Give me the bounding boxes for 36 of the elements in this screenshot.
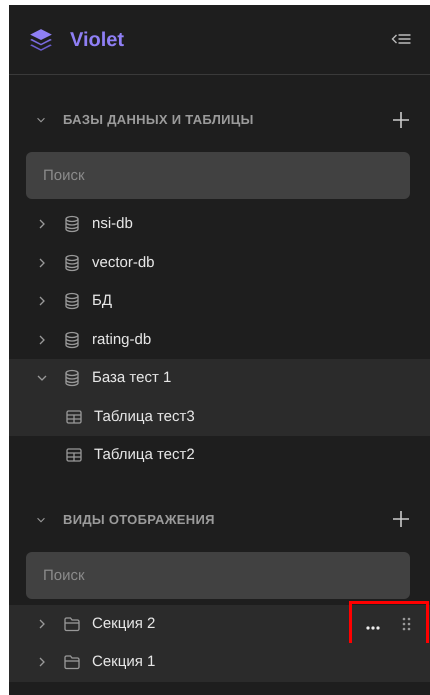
tree-row[interactable]: nsi-db bbox=[9, 205, 430, 244]
item-label: База тест 1 bbox=[92, 368, 172, 388]
tree-row[interactable]: Секция 1 bbox=[9, 643, 430, 682]
table-icon bbox=[65, 446, 83, 464]
item-label: vector-db bbox=[92, 252, 155, 272]
table-icon bbox=[65, 408, 83, 426]
tree-row[interactable]: rating-db bbox=[9, 320, 430, 359]
tree-row[interactable]: vector-db bbox=[9, 244, 430, 282]
plus-icon bbox=[392, 510, 410, 528]
database-icon bbox=[63, 215, 81, 234]
app-name: Violet bbox=[70, 28, 124, 52]
database-icon bbox=[63, 369, 81, 388]
item-label: nsi-db bbox=[92, 214, 133, 234]
folder-icon bbox=[63, 653, 81, 672]
tree-row[interactable]: Таблица тест3 bbox=[9, 398, 430, 436]
logo-icon bbox=[28, 26, 54, 52]
item-label: Таблица тест3 bbox=[94, 406, 195, 426]
search-field[interactable]: Поиск bbox=[26, 552, 410, 598]
search-field[interactable]: Поиск bbox=[26, 152, 410, 199]
tree-row[interactable]: База тест 1 bbox=[9, 359, 430, 398]
section-title: ВИДЫ ОТОБРАЖЕНИЯ bbox=[63, 510, 215, 529]
item-label: БД bbox=[92, 291, 112, 311]
item-label: Секция 2 bbox=[92, 614, 156, 634]
database-icon bbox=[63, 292, 81, 310]
item-label: Таблица тест2 bbox=[94, 445, 195, 465]
item-label: Секция 1 bbox=[92, 652, 156, 672]
plus-icon bbox=[392, 110, 410, 129]
folder-icon bbox=[63, 614, 81, 633]
database-icon bbox=[63, 330, 81, 349]
item-label: rating-db bbox=[92, 330, 152, 350]
section-title: БАЗЫ ДАННЫХ И ТАБЛИЦЫ bbox=[63, 111, 254, 130]
database-icon bbox=[63, 254, 81, 272]
tree-row[interactable]: БД bbox=[9, 282, 430, 320]
tree-row[interactable]: Таблица тест2 bbox=[9, 436, 430, 474]
more-icon bbox=[366, 624, 380, 631]
drag-handle-icon[interactable] bbox=[402, 616, 411, 630]
